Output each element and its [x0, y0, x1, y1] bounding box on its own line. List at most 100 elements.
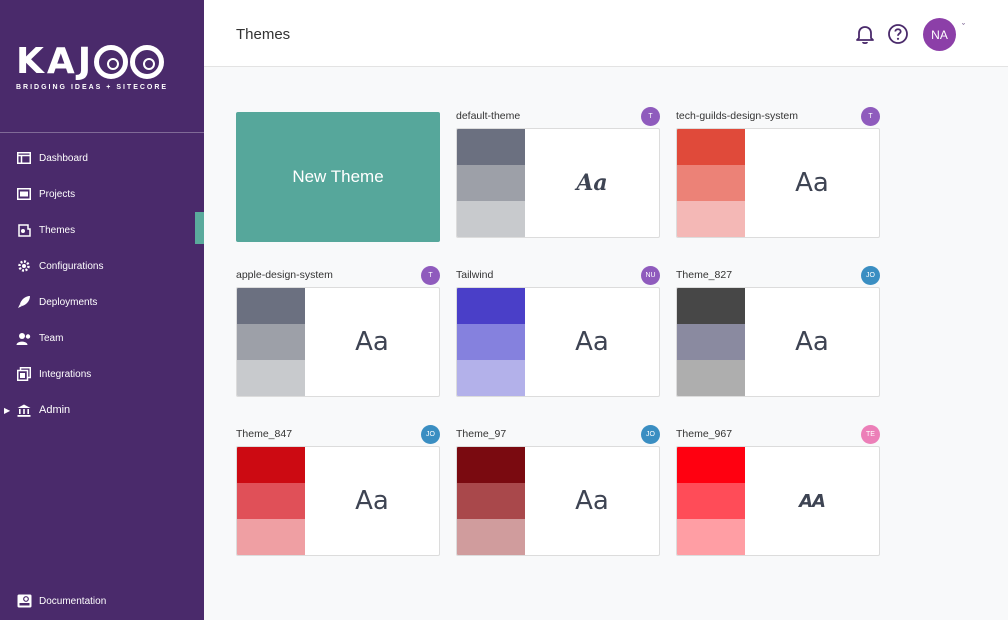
- theme-preview[interactable]: Aa: [456, 287, 660, 397]
- color-swatch: [457, 447, 525, 483]
- themes-icon: [16, 222, 32, 238]
- color-swatch: [677, 201, 745, 237]
- theme-preview[interactable]: Aa: [236, 287, 440, 397]
- projects-icon: [16, 186, 32, 202]
- owner-badge: JO: [641, 424, 660, 444]
- theme-card: Theme_847 JO Aa: [236, 424, 440, 556]
- sidebar-item-label: Themes: [39, 224, 76, 236]
- theme-preview[interactable]: Aa: [236, 446, 440, 556]
- typography-sample: Aa: [355, 486, 389, 516]
- color-swatch: [457, 201, 525, 237]
- page-title: Themes: [236, 26, 291, 43]
- sidebar-item-projects[interactable]: Projects: [0, 176, 204, 212]
- notification-bell-icon[interactable]: [854, 23, 876, 45]
- theme-card: Tailwind NU Aa: [456, 265, 660, 397]
- color-swatch: [457, 360, 525, 396]
- typography-sample: Aa: [575, 486, 609, 516]
- color-swatch: [677, 165, 745, 201]
- sidebar-divider: [0, 132, 204, 133]
- sidebar-item-label: Deployments: [39, 296, 98, 308]
- sidebar-item-label: Dashboard: [39, 152, 88, 164]
- logo-wordmark: K A J: [16, 44, 188, 80]
- theme-preview[interactable]: Aa: [676, 287, 880, 397]
- sidebar: K A J BRIDGING IDEAS + SITECORE Dashboar…: [0, 0, 204, 620]
- owner-badge: JO: [861, 265, 880, 285]
- rocket-icon: [16, 294, 32, 310]
- theme-name[interactable]: Theme_847: [236, 428, 292, 440]
- color-swatch: [237, 324, 305, 360]
- theme-name[interactable]: tech-guilds-design-system: [676, 110, 798, 122]
- color-swatch: [677, 324, 745, 360]
- expand-caret-icon[interactable]: ▶: [4, 406, 10, 415]
- integrations-icon: [16, 366, 32, 382]
- color-swatch: [677, 288, 745, 324]
- theme-card: tech-guilds-design-system T Aa: [676, 106, 880, 238]
- sidebar-item-configurations[interactable]: Configurations: [0, 248, 204, 284]
- theme-card: Theme_97 JO Aa: [456, 424, 660, 556]
- theme-name[interactable]: Theme_97: [456, 428, 506, 440]
- color-swatch: [237, 447, 305, 483]
- sidebar-item-label: Team: [39, 332, 64, 344]
- sidebar-item-team[interactable]: Team: [0, 320, 204, 356]
- color-swatch: [457, 165, 525, 201]
- color-swatch: [457, 129, 525, 165]
- owner-badge: T: [641, 106, 660, 126]
- sidebar-item-deployments[interactable]: Deployments: [0, 284, 204, 320]
- sidebar-item-label: Integrations: [39, 368, 92, 380]
- color-swatch: [677, 483, 745, 519]
- sidebar-item-integrations[interactable]: Integrations: [0, 356, 204, 392]
- logo-o-mark: [130, 45, 165, 79]
- color-swatch: [677, 360, 745, 396]
- color-swatch: [237, 360, 305, 396]
- theme-preview[interactable]: Aa: [456, 446, 660, 556]
- owner-badge: T: [861, 106, 880, 126]
- theme-name[interactable]: Theme_967: [676, 428, 732, 440]
- typography-sample: AA: [799, 490, 826, 512]
- color-swatch: [457, 483, 525, 519]
- sidebar-item-documentation[interactable]: Documentation: [0, 583, 204, 619]
- logo-letter: A: [46, 41, 76, 82]
- theme-card: apple-design-system T Aa: [236, 265, 440, 397]
- sidebar-item-label: Configurations: [39, 260, 104, 272]
- theme-name[interactable]: Theme_827: [676, 269, 732, 281]
- owner-badge: TE: [861, 424, 880, 444]
- color-swatch: [677, 447, 745, 483]
- chevron-down-icon[interactable]: ˇ: [962, 22, 965, 32]
- color-swatch: [237, 288, 305, 324]
- sidebar-item-label: Documentation: [39, 595, 107, 607]
- color-swatch: [457, 288, 525, 324]
- kajoo-logo[interactable]: K A J BRIDGING IDEAS + SITECORE: [16, 44, 188, 92]
- sidebar-item-admin[interactable]: ▶ Admin: [0, 392, 204, 428]
- sidebar-item-label: Admin: [39, 404, 71, 416]
- sidebar-item-dashboard[interactable]: Dashboard: [0, 140, 204, 176]
- color-swatch: [677, 129, 745, 165]
- user-avatar[interactable]: NA: [923, 18, 956, 51]
- typography-sample: Aa: [795, 168, 829, 198]
- documentation-link[interactable]: Documentation: [0, 583, 204, 619]
- color-swatch: [237, 483, 305, 519]
- theme-preview[interactable]: Aa: [676, 128, 880, 238]
- sidebar-item-themes[interactable]: Themes: [0, 212, 204, 248]
- theme-card: default-theme T Aa: [456, 106, 660, 238]
- logo-o-mark: [94, 45, 129, 79]
- theme-card: Theme_967 TE AA: [676, 424, 880, 556]
- logo-letter: K: [16, 41, 45, 82]
- help-icon[interactable]: [887, 23, 909, 45]
- new-theme-button[interactable]: New Theme: [236, 112, 440, 242]
- color-swatch: [677, 519, 745, 555]
- gear-icon: [16, 258, 32, 274]
- theme-preview[interactable]: AA: [676, 446, 880, 556]
- theme-name[interactable]: apple-design-system: [236, 269, 333, 281]
- typography-sample: Aa: [575, 327, 609, 357]
- owner-badge: T: [421, 265, 440, 285]
- theme-name[interactable]: Tailwind: [456, 269, 493, 281]
- team-icon: [16, 330, 32, 346]
- sidebar-item-label: Projects: [39, 188, 76, 200]
- color-swatch: [237, 519, 305, 555]
- theme-card: Theme_827 JO Aa: [676, 265, 880, 397]
- color-swatch: [457, 324, 525, 360]
- theme-name[interactable]: default-theme: [456, 110, 520, 122]
- logo-letter: J: [77, 41, 93, 82]
- theme-preview[interactable]: Aa: [456, 128, 660, 238]
- owner-badge: NU: [641, 265, 660, 285]
